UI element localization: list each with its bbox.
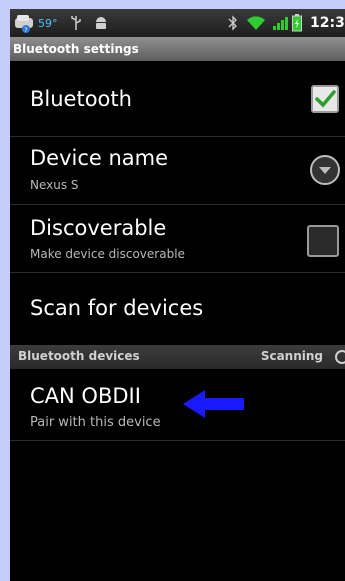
device-name-label: Device name [30,146,169,170]
svg-text:?: ? [24,27,27,34]
scan-for-devices-label: Scan for devices [30,296,204,320]
spinner-icon [334,349,345,368]
weather-icon: ? [14,9,34,37]
bluetooth-devices-header: Bluetooth devices Scanning [10,345,345,369]
discoverable-summary: Make device discoverable [30,247,185,261]
checkmark-icon [313,87,337,111]
android-debug-icon [94,9,108,37]
bluetooth-icon [228,9,238,37]
battery-icon [292,9,302,37]
arrow-left-icon [183,388,245,424]
device-name-value: Nexus S [30,178,79,192]
discoverable-checkbox[interactable] [307,225,339,257]
device-name: CAN OBDII [30,384,141,408]
bluetooth-checkbox[interactable] [311,85,339,113]
device-action: Pair with this device [30,415,161,430]
usb-icon [70,9,82,37]
discoverable-label: Discoverable [30,216,167,240]
discoverable-row[interactable]: Discoverable Make device discoverable [10,205,345,273]
phone-screen: ? 59° 12:3 Bluetooth settings Bluetooth … [10,9,345,581]
temperature-readout: 59° [38,16,58,30]
clock: 12:3 [310,15,345,31]
signal-icon [272,9,288,37]
scan-for-devices-row[interactable]: Scan for devices [10,273,345,345]
scanning-status: Scanning [260,349,323,363]
device-list-item[interactable]: CAN OBDII Pair with this device [10,369,345,441]
bluetooth-toggle-row[interactable]: Bluetooth [10,61,345,137]
status-bar: ? 59° 12:3 [10,9,345,37]
bluetooth-label: Bluetooth [30,87,132,111]
chevron-down-icon[interactable] [309,154,341,190]
section-title: Bluetooth devices [18,349,140,363]
page-title: Bluetooth settings [10,37,345,61]
device-name-row[interactable]: Device name Nexus S [10,137,345,205]
wifi-icon [246,9,266,37]
